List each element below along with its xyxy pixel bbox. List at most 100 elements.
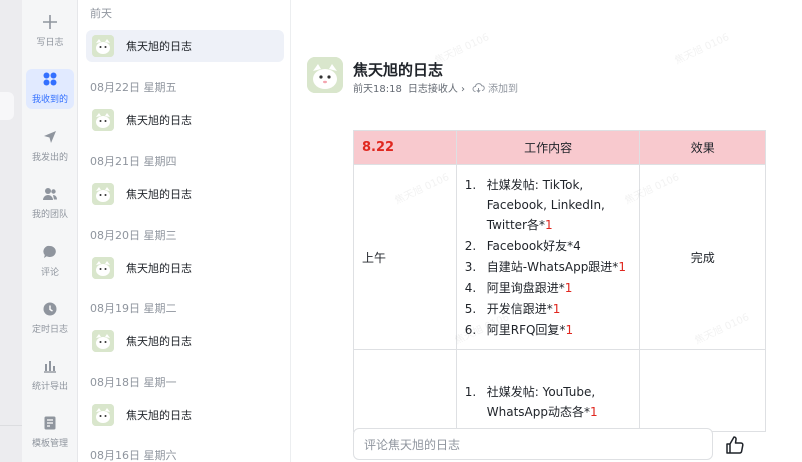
log-entry[interactable]: 焦天旭的日志 (86, 399, 284, 431)
table-date-cell: 8.22 (353, 130, 457, 165)
result-cell (639, 349, 766, 432)
date-header: 08月20日 星期三 (90, 229, 177, 242)
task-text: 阿里询盘跟进* (486, 281, 565, 295)
table-header-result: 效果 (639, 130, 766, 165)
task-number: 1. (464, 385, 477, 399)
task-count: 1 (544, 218, 553, 232)
log-entry-title: 焦天旭的日志 (126, 114, 192, 127)
tasks-cell: 1. 社媒发帖: TikTok, Facebook, LinkedIn, Twit… (455, 164, 641, 350)
avatar (92, 404, 114, 426)
log-title: 焦天旭的日志 (353, 61, 444, 79)
time-cell (353, 349, 457, 432)
nav-write-log[interactable]: 写日志 (26, 12, 74, 52)
task-count: 1 (564, 281, 573, 295)
table-header-work: 工作内容 (455, 130, 641, 165)
log-entry-title: 焦天旭的日志 (126, 188, 192, 201)
nav-label: 我的团队 (31, 210, 68, 220)
receivers-label: 日志接收人 (407, 84, 458, 95)
task-count: 1 (618, 260, 626, 274)
task-count: 1 (552, 302, 561, 316)
date-header: 08月19日 星期二 (90, 302, 177, 315)
task-text: Facebook好友*4 (486, 239, 581, 253)
avatar (92, 330, 114, 352)
table-row: 1. 社媒发帖: YouTube, WhatsApp动态各*1 (353, 349, 766, 432)
task-count: 1 (565, 323, 574, 337)
task-number: 5. (464, 302, 477, 316)
comment-input[interactable]: 评论焦天旭的日志 (353, 428, 713, 460)
receivers-link[interactable]: 日志接收人 › (408, 80, 465, 95)
send-icon (42, 127, 58, 147)
nav-label: 我发出的 (31, 153, 68, 163)
nav-label: 模板管理 (31, 439, 68, 449)
log-entry[interactable]: 焦天旭的日志 (86, 178, 284, 210)
task-item: 3. 自建站-WhatsApp跟进*1 (465, 257, 634, 277)
divider (0, 425, 22, 426)
task-number: 3. (464, 260, 477, 274)
nav-label: 统计导出 (31, 382, 68, 392)
log-time: 前天18:18 (353, 84, 402, 95)
nav-label: 定时日志 (31, 325, 68, 335)
log-nav: 写日志 我收到的 我发出的 我的团队 评论 定时日志 统计导出 模板管理 (22, 0, 78, 462)
task-item: 5. 开发信跟进*1 (465, 299, 634, 319)
task-number: 4. (464, 281, 477, 295)
nav-label: 写日志 (36, 38, 64, 48)
avatar (92, 257, 114, 279)
nav-team[interactable]: 我的团队 (26, 184, 74, 224)
task-number: 1. (464, 178, 477, 192)
date-header: 08月21日 星期四 (90, 155, 177, 168)
avatar (92, 35, 114, 57)
like-button[interactable] (724, 434, 746, 456)
outer-sidebar (0, 0, 22, 462)
log-entry-title: 焦天旭的日志 (126, 40, 192, 53)
date-header: 08月18日 星期一 (90, 376, 177, 389)
log-entry-title: 焦天旭的日志 (126, 335, 192, 348)
outer-sidebar-tab (0, 92, 14, 120)
author-avatar[interactable] (307, 57, 343, 93)
log-entry[interactable]: 焦天旭的日志 (86, 325, 284, 357)
task-item: 4. 阿里询盘跟进*1 (465, 278, 634, 298)
nav-sent[interactable]: 我发出的 (26, 127, 74, 167)
avatar (92, 183, 114, 205)
task-text: 自建站-WhatsApp跟进* (486, 260, 619, 274)
add-to-button[interactable]: 添加到 (472, 80, 518, 95)
log-detail: 焦天旭的日志 前天18:18 日志接收人 › 添加到 8.22 工作内容 效果 … (292, 0, 802, 462)
result-cell: 完成 (639, 164, 766, 350)
grid-icon (42, 69, 58, 89)
nav-label: 我收到的 (31, 95, 68, 105)
log-meta: 前天18:18 日志接收人 › 添加到 (353, 80, 518, 95)
task-count: 1 (589, 405, 598, 419)
log-entry[interactable]: 焦天旭的日志 (86, 252, 284, 284)
nav-received[interactable]: 我收到的 (26, 69, 74, 109)
chevron-right-icon: › (461, 84, 466, 95)
comment-icon (42, 242, 58, 262)
nav-stats-export[interactable]: 统计导出 (26, 356, 74, 396)
nav-label: 评论 (40, 268, 59, 278)
task-item: 1. 社媒发帖: TikTok, Facebook, LinkedIn, Twit… (465, 175, 634, 235)
nav-templates[interactable]: 模板管理 (26, 413, 74, 453)
task-text: 阿里RFQ回复* (486, 323, 566, 337)
team-icon (42, 184, 58, 204)
date-header: 08月22日 星期五 (90, 81, 177, 94)
log-entry-title: 焦天旭的日志 (126, 409, 192, 422)
task-number: 2. (464, 239, 477, 253)
nav-comments[interactable]: 评论 (26, 242, 74, 282)
log-list: 前天 焦天旭的日志 08月22日 星期五 焦天旭的日志 08月21日 星期四 焦… (79, 0, 291, 462)
log-entry[interactable]: 焦天旭的日志 (86, 30, 284, 62)
thumbs-up-icon (726, 436, 744, 454)
nav-scheduled[interactable]: 定时日志 (26, 299, 74, 339)
watermark: 焦天旭 0106 (673, 31, 732, 67)
task-text: 开发信跟进* (486, 302, 553, 316)
clock-icon (42, 299, 58, 319)
task-item: 2. Facebook好友*4 (465, 236, 634, 256)
tasks-cell: 1. 社媒发帖: YouTube, WhatsApp动态各*1 (455, 349, 641, 432)
table-header-row: 8.22 工作内容 效果 (353, 130, 766, 165)
comment-placeholder: 评论焦天旭的日志 (364, 437, 461, 452)
log-entry[interactable]: 焦天旭的日志 (86, 104, 284, 136)
cloud-icon (472, 83, 485, 93)
task-text: 社媒发帖: YouTube, WhatsApp动态各* (486, 385, 596, 419)
log-entry-title: 焦天旭的日志 (126, 262, 192, 275)
template-icon (42, 413, 58, 433)
add-to-label: 添加到 (488, 84, 519, 95)
date-header: 08月16日 星期六 (90, 449, 177, 462)
work-log-table: 8.22 工作内容 效果 上午 1. 社媒发帖: TikTok, Facebook… (353, 130, 766, 432)
